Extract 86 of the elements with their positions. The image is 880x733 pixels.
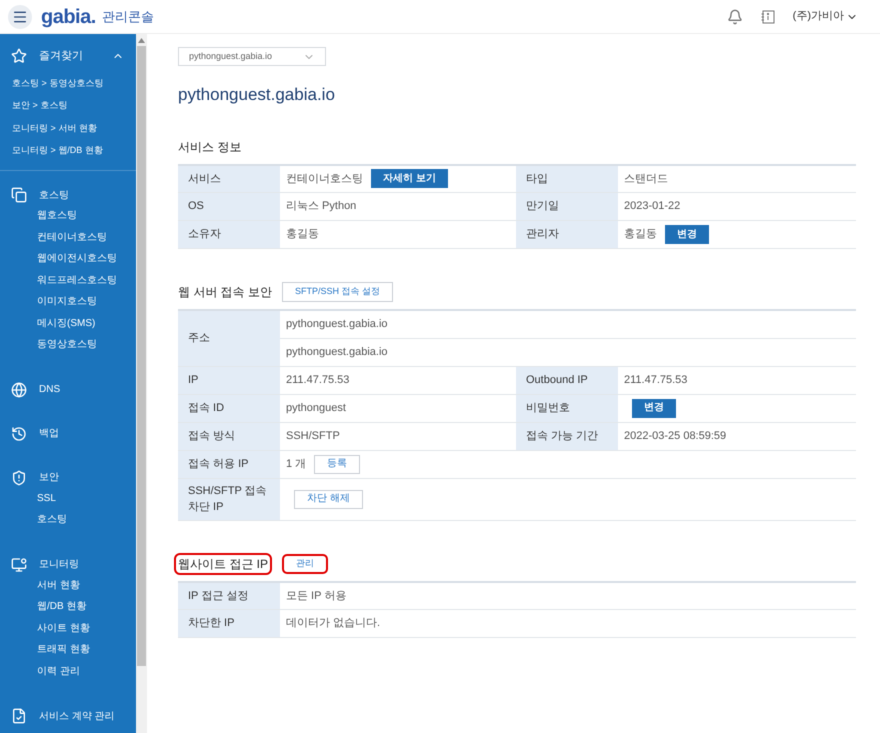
sidebar-item[interactable]: 워드프레스호스팅 [0, 270, 136, 291]
field-label: 접속 가능 기간 [526, 428, 598, 444]
action-button[interactable]: 차단 해제 [294, 490, 363, 508]
field-label: 접속 ID [188, 400, 224, 416]
sidebar-heading[interactable]: 모니터링 [39, 557, 79, 572]
sidebar-item[interactable]: SSL [0, 488, 136, 509]
logo[interactable]: gabia. [41, 6, 96, 26]
sidebar-item[interactable]: 서버 현황 [0, 574, 136, 596]
field-label: 비밀번호 [526, 400, 570, 416]
field-label: 차단한 IP [188, 616, 234, 632]
field-label: 서비스 [188, 172, 221, 186]
history-icon [11, 426, 27, 442]
field-value: 211.47.75.53 [624, 372, 688, 388]
sidebar-item[interactable]: 이력 관리 [0, 660, 136, 682]
document-icon [11, 708, 27, 724]
field-value: pythonguest.gabia.io [286, 317, 388, 332]
sidebar-heading[interactable]: 보안 [39, 470, 59, 485]
sidebar-item[interactable]: 동영상호스팅 [0, 334, 136, 356]
sidebar-item[interactable]: 웹호스팅 [0, 205, 136, 226]
section-button[interactable]: 관리 [282, 554, 328, 574]
field-label: 만기일 [526, 199, 559, 214]
sidebar-heading[interactable]: 호스팅 [39, 188, 69, 202]
field-label: OS [188, 199, 204, 214]
field-label: 소유자 [188, 227, 221, 242]
app-title: 관리콘솔 [102, 8, 154, 26]
domain-select[interactable]: pythonguest.gabia.io [178, 47, 326, 66]
field-label: Outbound IP [526, 372, 588, 388]
field-label: 관리자 [526, 227, 559, 242]
sidebar-heading[interactable]: DNS [39, 382, 60, 397]
star-icon [11, 48, 27, 64]
field-value: pythonguest.gabia.io [286, 344, 388, 360]
field-value: pythonguest [286, 400, 346, 416]
field-label: 접속 허용 IP [188, 456, 249, 472]
action-button[interactable]: 자세히 보기 [371, 169, 448, 188]
sidebar-item[interactable]: 컨테이너호스팅 [0, 226, 136, 248]
sidebar-heading[interactable]: 서비스 계약 관리 [39, 708, 115, 724]
section-button[interactable]: SFTP/SSH 접속 설정 [282, 282, 394, 302]
field-label: 주소 [188, 331, 210, 346]
favorite-link[interactable]: 모니터링 > 서버 현황 [0, 117, 136, 140]
sidebar-heading[interactable]: 즐겨찾기 [39, 48, 83, 64]
field-value: 1 개 [286, 456, 306, 472]
scrollbar-thumb[interactable] [137, 46, 146, 666]
favorite-link[interactable]: 모니터링 > 웹/DB 현황 [0, 140, 136, 162]
field-value: 2022-03-25 08:59:59 [624, 428, 726, 444]
account-menu[interactable]: (주)가비아 [792, 8, 858, 25]
globe-icon [11, 382, 27, 398]
menu-icon [12, 8, 28, 24]
field-value: 홍길동 [624, 227, 657, 242]
favorite-link[interactable]: 보안 > 호스팅 [0, 94, 136, 117]
field-label: IP 접근 설정 [188, 588, 248, 604]
field-value: 211.47.75.53 [286, 372, 350, 388]
shield-icon [11, 470, 27, 486]
scroll-up-icon[interactable] [138, 38, 145, 43]
action-button[interactable]: 등록 [314, 454, 360, 474]
field-label: 접속 방식 [188, 428, 236, 444]
sidebar-item[interactable]: 호스팅 [0, 509, 136, 530]
field-value: 2023-01-22 [624, 199, 680, 214]
sidebar-item[interactable]: 웹에이전시호스팅 [0, 248, 136, 270]
sidebar-item[interactable]: 사이트 현황 [0, 618, 136, 639]
field-label: IP [188, 372, 198, 388]
field-label: SSH/SFTP 접속 차단 IP [188, 484, 268, 515]
field-value: 리눅스 Python [286, 199, 356, 214]
action-button[interactable]: 변경 [632, 398, 676, 418]
sidebar-item[interactable]: 웹/DB 현황 [0, 596, 136, 618]
field-value: 컨테이너호스팅 [286, 172, 363, 186]
menu-button[interactable] [8, 4, 32, 28]
sidebar-item[interactable]: 이미지호스팅 [0, 291, 136, 312]
field-value: 모든 IP 허용 [286, 588, 346, 604]
section-title: 웹사이트 접근 IP [174, 552, 272, 574]
monitor-icon [11, 556, 27, 572]
sidebar-item[interactable]: 메시징(SMS) [0, 312, 136, 334]
section-title: 웹 서버 접속 보안 [178, 284, 272, 301]
sidebar-heading[interactable]: 백업 [39, 426, 59, 441]
field-value: 데이터가 없습니다. [286, 616, 380, 632]
field-label: 타입 [526, 172, 548, 186]
sidebar-item[interactable]: 트래픽 현황 [0, 639, 136, 660]
action-button[interactable]: 변경 [665, 225, 709, 244]
favorite-link[interactable]: 호스팅 > 동영상호스팅 [0, 72, 136, 94]
page-title: pythonguest.gabia.io [178, 84, 336, 106]
field-value: SSH/SFTP [286, 428, 340, 444]
notebook-icon[interactable] [760, 10, 775, 24]
notification-icon[interactable] [726, 8, 743, 24]
copy-icon [11, 187, 27, 203]
field-value: 홍길동 [286, 227, 319, 242]
field-value: 스탠더드 [624, 172, 668, 186]
section-title: 서비스 정보 [178, 138, 242, 156]
